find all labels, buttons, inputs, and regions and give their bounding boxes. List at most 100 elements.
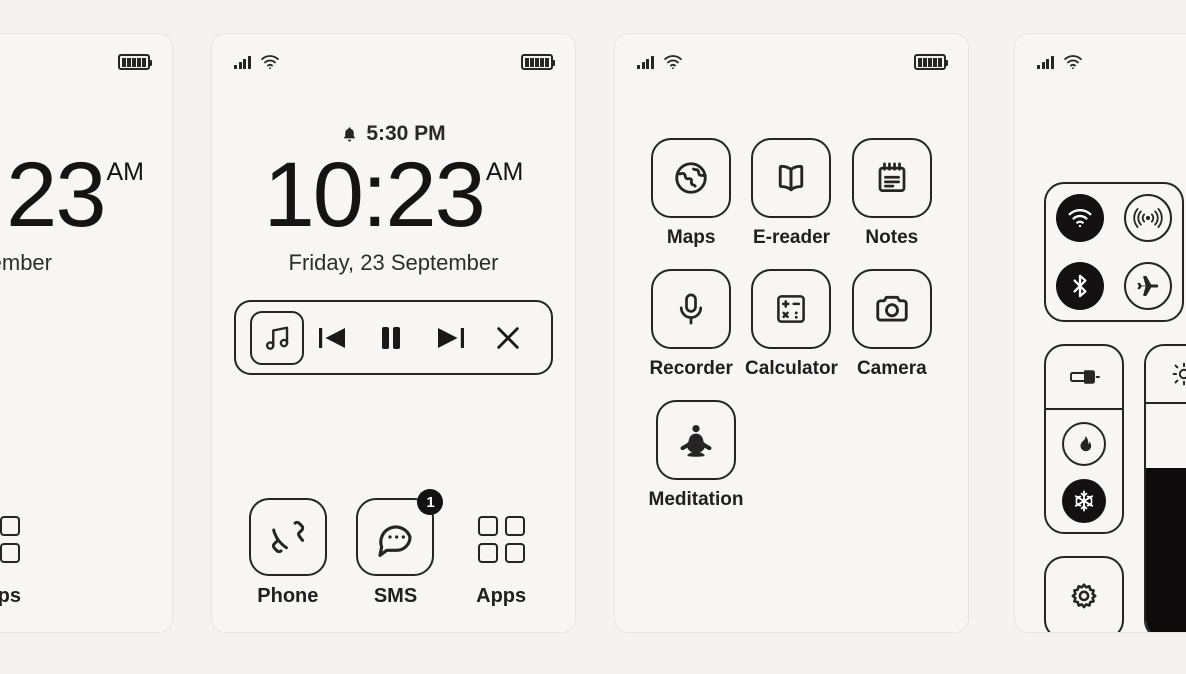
dock-label-sms: SMS — [373, 585, 418, 607]
lockscreen-date: September — [0, 250, 52, 275]
app-label: Meditation — [648, 489, 744, 510]
phone-card-control-center: 9:4 — [1014, 33, 1186, 633]
skip-forward-icon — [437, 327, 464, 348]
wifi-icon — [663, 55, 682, 70]
signal-bars-icon — [234, 55, 251, 69]
temperature-toggles — [1046, 410, 1122, 535]
status-bar-left — [234, 54, 280, 70]
bluetooth-icon — [1073, 274, 1087, 298]
app-icon-box[interactable] — [851, 138, 932, 218]
lockscreen-clock: 10:23 AM — [212, 144, 575, 246]
status-bar-right — [914, 54, 948, 70]
close-x-icon — [497, 326, 519, 349]
media-player — [234, 300, 553, 375]
wifi-icon — [1063, 55, 1082, 70]
clock-time: :23 — [0, 144, 106, 246]
app-ereader[interactable]: E-reader — [741, 138, 841, 249]
battery-full-icon — [118, 54, 152, 70]
open-book-icon — [779, 164, 804, 192]
apps-drawer-button[interactable] — [464, 502, 538, 576]
app-maps[interactable]: Maps — [641, 138, 741, 249]
alarm-time: 5:30 PM — [366, 122, 446, 145]
airplane-mode-toggle[interactable] — [1124, 262, 1172, 310]
app-icon-box[interactable] — [651, 138, 732, 218]
camera-icon — [876, 295, 908, 322]
app-grid: Maps E-reader Notes Recorder Calculator … — [615, 138, 968, 531]
clock-ampm: AM — [106, 158, 145, 186]
app-icon-box[interactable] — [851, 269, 932, 349]
clock-time: 10:23 — [263, 144, 486, 246]
calculator-icon — [777, 295, 806, 323]
lockscreen-date: Friday, 23 September — [288, 250, 499, 275]
sms-badge: 1 — [417, 489, 444, 515]
app-camera[interactable]: Camera — [842, 269, 942, 380]
sms-app-button[interactable]: 1 — [356, 489, 444, 576]
phone-handset-icon — [271, 520, 305, 554]
brightness-icon-area — [1146, 346, 1186, 404]
dock-label-phone: Phone — [257, 585, 319, 607]
phone-card-app-drawer: Maps E-reader Notes Recorder Calculator … — [614, 33, 969, 633]
heat-toggle[interactable] — [1062, 422, 1106, 467]
skip-back-icon — [319, 327, 346, 348]
lockscreen-clock: :23 AM — [0, 144, 172, 246]
app-meditation[interactable]: Meditation — [641, 400, 751, 511]
flashlight-button[interactable] — [1046, 346, 1122, 410]
dock-item-phone[interactable]: Phone — [248, 498, 327, 608]
brightness-fill — [1146, 468, 1186, 632]
app-label: Maps — [666, 227, 716, 248]
app-row: Maps E-reader Notes — [641, 138, 942, 249]
status-bar: 9:4 — [1015, 34, 1186, 90]
flashlight-temperature-panel — [1044, 344, 1124, 534]
meditation-icon — [680, 424, 712, 457]
status-bar-left — [1037, 54, 1083, 70]
settings-button[interactable] — [1044, 556, 1124, 632]
album-art — [250, 310, 304, 365]
phone-card-lockscreen-media: 5:30 PM 10:23 AM Friday, 23 September Ph… — [211, 33, 576, 633]
app-notes[interactable]: Notes — [842, 138, 942, 249]
status-bar-right — [521, 54, 555, 70]
brightness-sun-icon — [1172, 362, 1186, 386]
apps-grid-icon — [0, 515, 20, 563]
notepad-icon — [878, 162, 906, 192]
app-recorder[interactable]: Recorder — [641, 269, 741, 380]
app-label: E-reader — [752, 227, 831, 248]
status-bar — [615, 34, 968, 90]
apps-grid-icon — [477, 515, 525, 563]
app-icon-box[interactable] — [651, 269, 732, 349]
close-player-button[interactable] — [479, 322, 537, 354]
brightness-slider[interactable] — [1144, 344, 1186, 632]
phone-card-lockscreen-left: :23 AM September 1 SMS — [0, 33, 173, 633]
app-label: Calculator — [745, 358, 838, 379]
pause-button[interactable] — [362, 323, 420, 353]
hotspot-toggle[interactable] — [1124, 194, 1172, 242]
signal-bars-icon — [637, 55, 654, 69]
dock: Phone 1 SMS Apps — [212, 489, 575, 608]
apps-drawer-button[interactable] — [0, 502, 33, 576]
dock-item-apps[interactable]: Apps — [0, 502, 33, 608]
app-label: Recorder — [649, 358, 733, 379]
dock-label-apps: Apps — [0, 585, 21, 607]
dock-item-sms[interactable]: 1 SMS — [356, 489, 444, 608]
cool-toggle[interactable] — [1062, 478, 1106, 523]
signal-bars-icon — [1037, 55, 1054, 69]
phone-app-button[interactable] — [248, 498, 327, 576]
snowflake-icon — [1074, 490, 1094, 512]
dock-item-apps[interactable]: Apps — [464, 502, 538, 608]
clock-ampm: AM — [485, 158, 524, 186]
battery-full-icon — [521, 54, 555, 70]
app-icon-box[interactable] — [751, 138, 832, 218]
bluetooth-toggle[interactable] — [1056, 262, 1104, 310]
app-label: Camera — [856, 358, 927, 379]
dock: 1 SMS Apps — [0, 498, 172, 608]
wifi-toggle[interactable] — [1056, 194, 1104, 242]
app-icon-box[interactable] — [656, 400, 736, 480]
flashlight-icon — [1070, 370, 1100, 384]
app-icon-box[interactable] — [751, 269, 832, 349]
status-bar — [212, 34, 575, 90]
previous-track-button[interactable] — [304, 323, 362, 353]
next-track-button[interactable] — [421, 323, 479, 353]
app-row: Meditation — [641, 400, 942, 511]
bell-icon — [344, 126, 356, 141]
hotspot-icon — [1133, 208, 1163, 228]
app-calculator[interactable]: Calculator — [741, 269, 841, 380]
